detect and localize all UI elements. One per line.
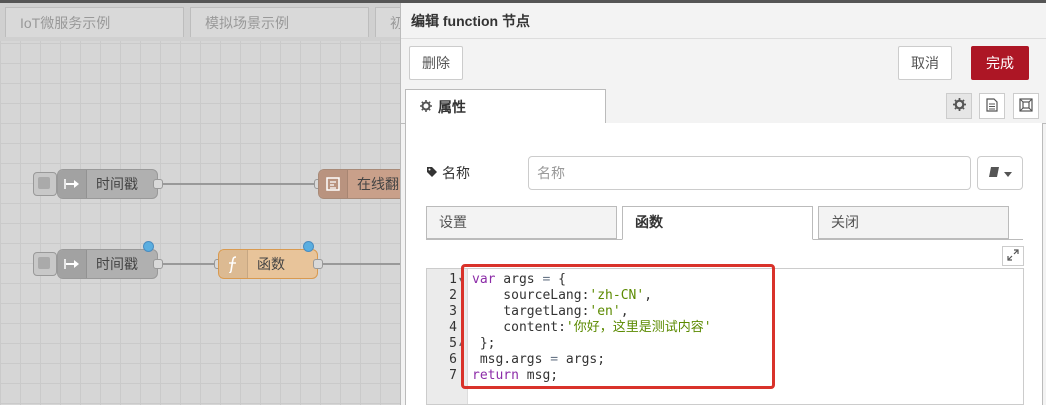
flow-tabs: IoT微服务示例 模拟场景示例 初 (0, 3, 400, 41)
subtab-label: 关闭 (831, 214, 859, 230)
arrow-right-icon (58, 250, 87, 278)
cancel-button[interactable]: 取消 (898, 46, 952, 80)
code-token: }; (472, 336, 496, 351)
code-token: targetLang: (472, 304, 590, 319)
wire (318, 263, 400, 265)
code-token: msg.args (472, 352, 551, 367)
done-button[interactable]: 完成 (971, 46, 1029, 80)
subtab-label: 设置 (439, 214, 467, 230)
code-token: args; (558, 352, 606, 367)
line-gutter: 1 2 3 4 5 6 7 ▾ ▴ (427, 269, 468, 404)
inject-node-2[interactable]: 时间戳 (57, 249, 158, 279)
delete-button[interactable]: 删除 (409, 46, 463, 80)
node-label: 在线翻 (357, 176, 399, 192)
subtab-setup[interactable]: 设置 (426, 206, 617, 239)
code-line: var args = { (472, 272, 566, 288)
subtab-label: 函数 (635, 214, 663, 230)
code-token: , (620, 304, 629, 319)
dialog-tabbar: 属性 (401, 89, 1046, 124)
changed-indicator (143, 241, 154, 252)
code-token: var (472, 272, 496, 287)
code-token: , (644, 288, 653, 303)
tag-icon (426, 165, 438, 181)
library-dropdown-button[interactable] (977, 156, 1023, 190)
translate-node[interactable]: 在线翻 (318, 169, 400, 199)
flow-workspace[interactable]: IoT微服务示例 模拟场景示例 初 时间戳 在线翻 时间戳 函数 (0, 3, 400, 405)
book-icon (988, 165, 1000, 181)
code-line: sourceLang:'zh-CN', (472, 288, 652, 304)
inject-node-1[interactable]: 时间戳 (57, 169, 158, 199)
code-editor[interactable]: 1 2 3 4 5 6 7 ▾ ▴ var args = { sourceLan… (426, 268, 1024, 405)
appearance-button[interactable] (1013, 93, 1039, 119)
node-label: 函数 (257, 256, 285, 272)
code-token: sourceLang: (472, 288, 590, 303)
function-icon (219, 250, 248, 278)
tab-label: 属性 (438, 98, 466, 115)
code-line: msg.args = args; (472, 352, 605, 368)
inject-trigger-button[interactable] (33, 252, 57, 276)
translate-icon (319, 170, 348, 198)
flow-tab-third[interactable]: 初 (375, 7, 400, 37)
flow-tab-label: 初 (390, 15, 400, 31)
arrow-right-icon (58, 170, 87, 198)
function-node[interactable]: 函数 (218, 249, 318, 279)
node-label: 时间戳 (96, 256, 138, 272)
gear-icon (952, 98, 966, 114)
node-label: 时间戳 (96, 176, 138, 192)
output-port[interactable] (313, 259, 323, 269)
flow-tab-simulation[interactable]: 模拟场景示例 (190, 7, 369, 37)
flow-tab-label: 模拟场景示例 (205, 15, 289, 31)
flow-tab-label: IoT微服务示例 (20, 15, 111, 31)
line-number: 7 (449, 368, 457, 383)
code-line: content:'你好，这里是测试内容' (472, 320, 712, 336)
name-field-label: 名称 (426, 163, 470, 183)
flow-tab-iot[interactable]: IoT微服务示例 (5, 7, 184, 37)
caret-down-icon (1004, 165, 1012, 181)
name-input[interactable] (528, 156, 971, 190)
code-token: return (472, 368, 519, 383)
name-label-text: 名称 (442, 165, 470, 181)
wire (158, 263, 218, 265)
frame-icon (1019, 97, 1033, 115)
inject-trigger-button[interactable] (33, 172, 57, 196)
code-token: msg; (518, 368, 559, 383)
code-token: = (550, 352, 559, 367)
code-line: return msg; (472, 368, 558, 384)
code-line: }; (472, 336, 496, 352)
line-number: 5 (449, 336, 457, 351)
wire (158, 183, 320, 185)
expand-editor-button[interactable] (1002, 246, 1024, 266)
changed-indicator (303, 241, 314, 252)
edit-dialog: 编辑 function 节点 删除 取消 完成 属性 名称 名称 设置 函数 关… (400, 3, 1046, 405)
description-button[interactable] (979, 93, 1005, 119)
output-port[interactable] (153, 259, 163, 269)
properties-content: 名称 设置 函数 关闭 (405, 123, 1043, 405)
tab-properties[interactable]: 属性 (405, 89, 606, 123)
line-number: 6 (449, 352, 457, 367)
code-line: targetLang:'en', (472, 304, 629, 320)
code-token: args (495, 272, 543, 287)
subtab-close[interactable]: 关闭 (818, 206, 1009, 239)
document-icon (986, 97, 998, 115)
output-port[interactable] (153, 179, 163, 189)
fold-arrow-icon[interactable]: ▾ (459, 272, 463, 288)
line-number: 2 (449, 288, 457, 303)
line-number: 1 (449, 272, 457, 287)
function-subtabs: 设置 函数 关闭 (426, 206, 1023, 240)
code-token: 'zh-CN' (589, 288, 645, 303)
gear-icon (420, 91, 432, 123)
expand-icon (1007, 248, 1019, 264)
line-number: 4 (449, 320, 457, 335)
fold-arrow-icon[interactable]: ▴ (459, 336, 463, 352)
code-token: '你好，这里是测试内容' (565, 320, 712, 335)
code-token: 'en' (589, 304, 621, 319)
dialog-title: 编辑 function 节点 (401, 3, 1046, 39)
code-token: { (550, 272, 566, 287)
line-number: 3 (449, 304, 457, 319)
settings-gear-button[interactable] (946, 93, 972, 119)
subtab-function[interactable]: 函数 (622, 206, 813, 240)
code-token: content: (472, 320, 566, 335)
